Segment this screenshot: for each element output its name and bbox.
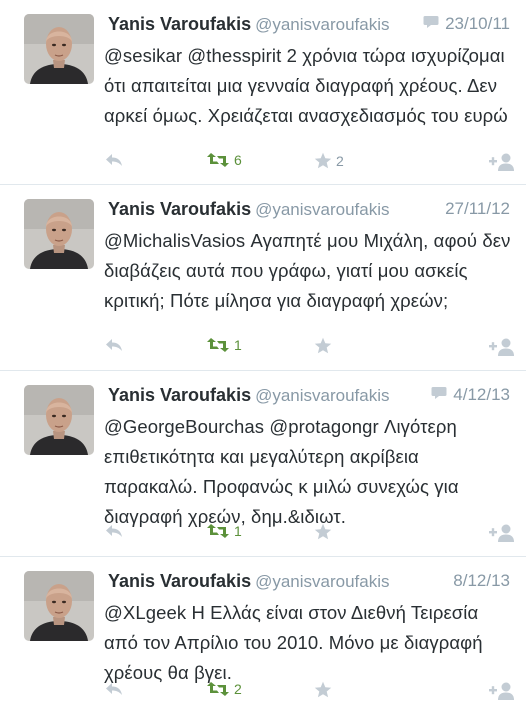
author-name[interactable]: Yanis Varoufakis	[108, 199, 251, 219]
reply-icon	[104, 523, 124, 539]
tweet-meta: 27/11/12	[445, 199, 510, 219]
tweet[interactable]: Yanis Varoufakis @yanisvaroufakis 4/12/13…	[0, 371, 526, 557]
tweet-actions: 1	[104, 337, 516, 361]
follow-button[interactable]	[488, 523, 516, 543]
tweet-actions: 1	[104, 523, 516, 547]
author-name[interactable]: Yanis Varoufakis	[108, 385, 251, 405]
tweet-meta: 23/10/11	[423, 14, 510, 34]
author-handle[interactable]: @yanisvaroufakis	[255, 386, 389, 405]
tweet-text: @sesikar @thesspirit 2 χρόνια τώρα ισχυρ…	[104, 45, 508, 126]
author-handle[interactable]: @yanisvaroufakis	[255, 572, 389, 591]
author-name[interactable]: Yanis Varoufakis	[108, 571, 251, 591]
tweet-meta: 8/12/13	[453, 571, 510, 591]
tweet-header: Yanis Varoufakis @yanisvaroufakis 23/10/1…	[108, 14, 516, 38]
tweet-meta: 4/12/13	[431, 385, 510, 405]
tweet-actions: 2	[104, 681, 516, 705]
tweet-actions: 6 2	[104, 152, 516, 176]
retweet-icon	[206, 681, 230, 697]
retweet-icon	[206, 152, 230, 168]
author-name[interactable]: Yanis Varoufakis	[108, 14, 251, 34]
reply-bubble-icon	[431, 385, 447, 405]
follow-button[interactable]	[488, 152, 516, 172]
reply-bubble-icon	[423, 14, 439, 34]
reply-button[interactable]	[104, 152, 124, 168]
tweet-date[interactable]: 27/11/12	[445, 199, 510, 219]
follow-button[interactable]	[488, 337, 516, 357]
retweet-button[interactable]: 2	[206, 681, 242, 697]
favorite-count: 2	[336, 153, 344, 169]
retweet-icon	[206, 337, 230, 353]
avatar[interactable]	[24, 385, 94, 455]
tweet-date[interactable]: 23/10/11	[445, 14, 510, 34]
retweet-count: 6	[234, 152, 242, 168]
avatar[interactable]	[24, 14, 94, 84]
tweet-text: @MichalisVasios Αγαπητέ μου Μιχάλη, αφού…	[104, 230, 511, 311]
tweet-header: Yanis Varoufakis @yanisvaroufakis 8/12/13	[108, 571, 516, 595]
tweet[interactable]: Yanis Varoufakis @yanisvaroufakis 27/11/1…	[0, 185, 526, 371]
retweet-count: 2	[234, 681, 242, 697]
star-icon	[314, 523, 332, 541]
favorite-button[interactable]: 2	[314, 152, 344, 170]
tweet-text: @GeorgeBourchas @protagongr Λιγότερη επι…	[104, 416, 459, 527]
avatar[interactable]	[24, 199, 94, 269]
retweet-button[interactable]: 1	[206, 523, 242, 539]
tweet-header: Yanis Varoufakis @yanisvaroufakis 4/12/13	[108, 385, 516, 409]
retweet-button[interactable]: 6	[206, 152, 242, 168]
tweet[interactable]: Yanis Varoufakis @yanisvaroufakis 8/12/13…	[0, 557, 526, 717]
tweet-feed: Yanis Varoufakis @yanisvaroufakis 23/10/1…	[0, 0, 526, 717]
add-user-icon	[488, 337, 516, 357]
favorite-button[interactable]	[314, 523, 336, 541]
tweet-date[interactable]: 4/12/13	[453, 385, 510, 405]
avatar[interactable]	[24, 571, 94, 641]
favorite-button[interactable]	[314, 681, 336, 699]
reply-button[interactable]	[104, 681, 124, 697]
add-user-icon	[488, 681, 516, 701]
retweet-icon	[206, 523, 230, 539]
reply-icon	[104, 152, 124, 168]
star-icon	[314, 152, 332, 170]
reply-button[interactable]	[104, 523, 124, 539]
star-icon	[314, 337, 332, 355]
retweet-count: 1	[234, 523, 242, 539]
tweet[interactable]: Yanis Varoufakis @yanisvaroufakis 23/10/1…	[0, 0, 526, 185]
reply-icon	[104, 337, 124, 353]
tweet-header: Yanis Varoufakis @yanisvaroufakis 27/11/1…	[108, 199, 516, 223]
favorite-button[interactable]	[314, 337, 336, 355]
follow-button[interactable]	[488, 681, 516, 701]
add-user-icon	[488, 523, 516, 543]
retweet-button[interactable]: 1	[206, 337, 242, 353]
reply-icon	[104, 681, 124, 697]
tweet-date[interactable]: 8/12/13	[453, 571, 510, 591]
author-handle[interactable]: @yanisvaroufakis	[255, 200, 389, 219]
add-user-icon	[488, 152, 516, 172]
reply-button[interactable]	[104, 337, 124, 353]
author-handle[interactable]: @yanisvaroufakis	[255, 15, 389, 34]
star-icon	[314, 681, 332, 699]
tweet-text: @XLgeek Η Ελλάς είναι στον Διεθνή Τειρεσ…	[104, 602, 483, 683]
retweet-count: 1	[234, 337, 242, 353]
